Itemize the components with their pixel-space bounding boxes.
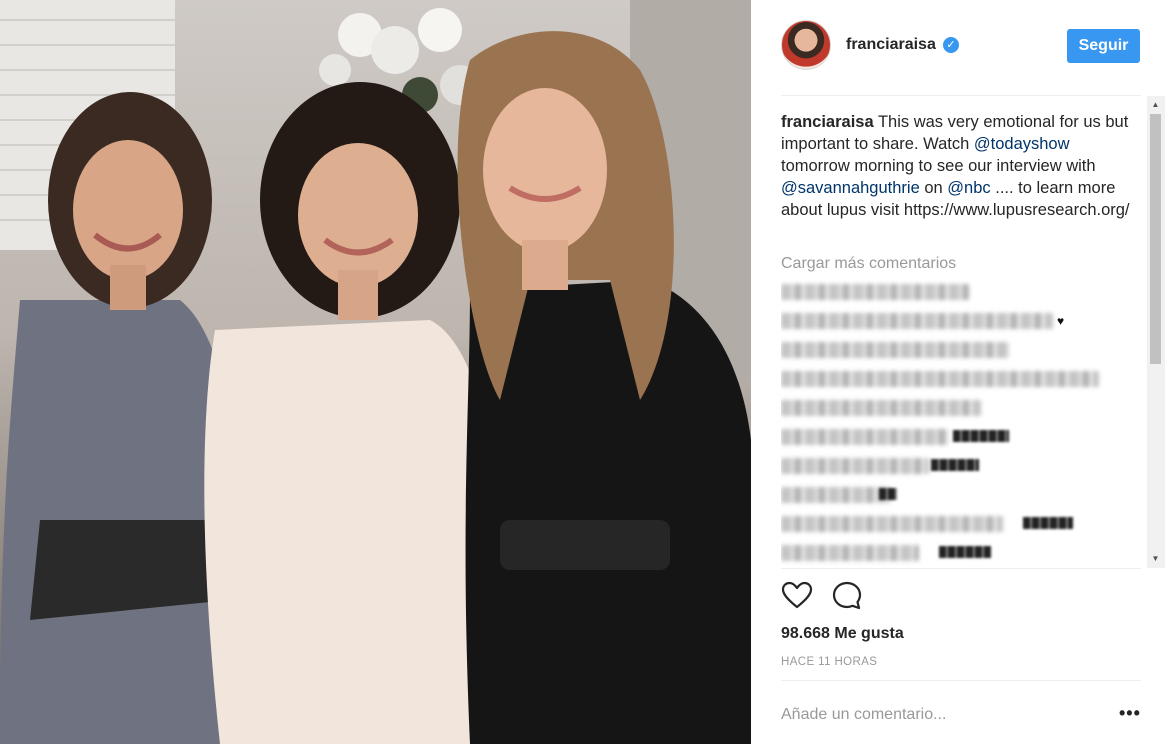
more-options-icon[interactable]: ••• — [1119, 703, 1141, 724]
blurred-comment — [781, 545, 919, 561]
caption-text-3: on — [919, 179, 948, 197]
photo-illustration — [0, 0, 751, 744]
blurred-emoji — [939, 546, 991, 558]
post-caption: franciaraisa This was very emotional for… — [781, 111, 1131, 221]
add-comment-input[interactable] — [781, 702, 1101, 728]
mention-nbc[interactable]: @nbc — [947, 179, 990, 197]
divider — [781, 680, 1141, 681]
caption-text-2: tomorrow morning to see our interview wi… — [781, 157, 1096, 175]
divider — [781, 568, 1141, 569]
heart-icon[interactable] — [781, 580, 813, 612]
mention-savannahguthrie[interactable]: @savannahguthrie — [781, 179, 920, 197]
heart-emoji-icon: ♥ — [1057, 314, 1065, 328]
blurred-comment — [781, 429, 949, 445]
blurred-emoji — [953, 430, 1009, 442]
post-timestamp[interactable]: HACE 11 HORAS — [781, 656, 877, 668]
blurred-comment — [781, 458, 929, 474]
follow-button[interactable]: Seguir — [1067, 29, 1140, 63]
post-photo[interactable] — [0, 0, 751, 744]
post-side-panel: franciaraisa ✓ Seguir franciaraisa This … — [751, 0, 1165, 744]
blurred-comment — [781, 516, 1003, 532]
blurred-emoji — [879, 488, 897, 500]
mention-todayshow[interactable]: @todayshow — [974, 135, 1070, 153]
blurred-emoji — [931, 459, 979, 471]
blurred-emoji — [1023, 517, 1073, 529]
likes-count[interactable]: 98.668 Me gusta — [781, 625, 904, 643]
blurred-comments: ♥ — [781, 284, 1121, 568]
post-header: franciaraisa ✓ Seguir — [751, 0, 1165, 95]
scroll-up-arrow-icon[interactable]: ▲ — [1150, 98, 1161, 112]
comment-icon[interactable] — [831, 580, 863, 612]
comments-scrollbar[interactable]: ▲ ▼ — [1147, 96, 1165, 568]
caption-username[interactable]: franciaraisa — [781, 113, 874, 131]
blurred-comment — [781, 284, 969, 300]
blurred-comment — [781, 371, 1099, 387]
verified-badge-icon: ✓ — [943, 37, 959, 53]
blurred-comment — [781, 342, 1009, 358]
username-link[interactable]: franciaraisa — [846, 36, 936, 54]
scroll-thumb[interactable] — [1150, 114, 1161, 364]
comments-list[interactable]: franciaraisa This was very emotional for… — [781, 96, 1165, 568]
blurred-comment — [781, 400, 981, 416]
blurred-comment — [781, 313, 1053, 329]
scroll-down-arrow-icon[interactable]: ▼ — [1150, 552, 1161, 566]
avatar[interactable] — [781, 20, 831, 70]
blurred-comment — [781, 487, 891, 503]
load-more-comments-link[interactable]: Cargar más comentarios — [781, 255, 956, 273]
